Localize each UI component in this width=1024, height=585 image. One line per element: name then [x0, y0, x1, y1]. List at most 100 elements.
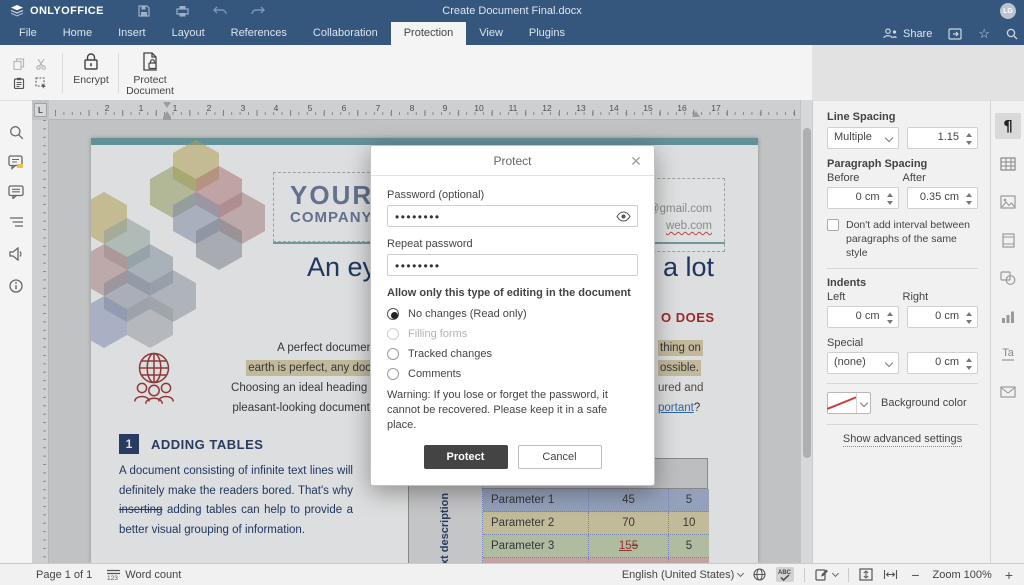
tab-home[interactable]: Home [50, 22, 105, 45]
tab-layout[interactable]: Layout [159, 22, 218, 45]
fit-to-width-button[interactable] [883, 569, 898, 580]
warning-text: Warning: If you lose or forget the passw… [387, 388, 638, 433]
background-color-label: Background color [881, 397, 967, 409]
scrollbar-thumb[interactable] [803, 128, 811, 458]
spinner-arrows-icon [965, 310, 973, 326]
tab-collaboration[interactable]: Collaboration [300, 22, 391, 45]
about-info-icon[interactable] [7, 277, 25, 295]
zoom-out-button[interactable]: − [908, 567, 922, 583]
svg-text:123: 123 [107, 575, 118, 581]
no-interval-checkbox[interactable]: Don't add interval between paragraphs of… [827, 218, 978, 260]
protect-document-label: Protect Document [124, 75, 176, 97]
favorites-button[interactable]: ☆ [978, 26, 990, 42]
paste-button[interactable] [8, 73, 30, 92]
tab-plugins[interactable]: Plugins [516, 22, 578, 45]
headers-footers-settings-icon[interactable] [995, 227, 1021, 253]
tab-file[interactable]: File [6, 22, 50, 45]
background-color-picker[interactable] [827, 392, 871, 414]
track-changes-button[interactable] [815, 568, 838, 581]
deleted-text: inserting [119, 504, 162, 516]
copy-button[interactable] [8, 54, 30, 73]
cancel-button[interactable]: Cancel [518, 445, 602, 469]
cut-button[interactable] [30, 54, 52, 73]
comments-icon[interactable] [7, 153, 25, 171]
separator [848, 568, 849, 582]
chart-settings-icon[interactable] [995, 303, 1021, 329]
zoom-in-button[interactable]: + [1002, 567, 1016, 583]
body-text-line-highlighted: thing on [658, 340, 703, 356]
redo-button[interactable] [250, 3, 266, 19]
spacing-before-spinner[interactable]: 0 cm [827, 187, 899, 209]
search-button[interactable] [1006, 28, 1018, 40]
spacing-after-spinner[interactable]: 0.35 cm [907, 187, 979, 209]
body-text-line: ured and [658, 380, 703, 396]
spell-check-button[interactable]: ABC [776, 567, 794, 582]
left-sidebar [0, 100, 32, 563]
globe-people-icon [129, 350, 179, 404]
open-location-icon [948, 28, 962, 40]
shape-settings-icon[interactable] [995, 265, 1021, 291]
text-art-settings-icon[interactable]: Ta [995, 341, 1021, 367]
line-spacing-type-select[interactable]: Multiple [827, 127, 899, 149]
radio-comments[interactable]: Comments [387, 368, 638, 380]
indent-right-spinner[interactable]: 0 cm [907, 306, 979, 328]
word-count-button[interactable]: 123 Word count [106, 569, 181, 581]
table-cell: Parameter 3 [483, 535, 589, 557]
paragraph-settings-panel: Line Spacing Multiple 1.15 Paragraph Spa… [812, 100, 990, 563]
protect-button[interactable]: Protect [424, 445, 508, 469]
dialog-header: Protect ✕ [371, 146, 654, 176]
open-file-location-button[interactable] [948, 28, 962, 40]
tab-protection[interactable]: Protection [391, 22, 467, 45]
line-spacing-value-spinner[interactable]: 1.15 [907, 127, 979, 149]
show-password-eye-icon[interactable] [616, 211, 631, 222]
password-value: •••••••• [395, 259, 441, 273]
fit-to-page-button[interactable] [859, 568, 873, 581]
tab-view[interactable]: View [466, 22, 516, 45]
radio-disabled-icon [387, 328, 399, 340]
undo-button[interactable] [212, 3, 228, 19]
user-avatar[interactable]: LG [1000, 3, 1016, 19]
table-cell: 5 [669, 535, 709, 557]
encrypt-button[interactable]: Encrypt [68, 51, 114, 86]
special-indent-select[interactable]: (none) [827, 352, 899, 374]
print-button[interactable] [174, 3, 190, 19]
protect-document-button[interactable]: Protect Document [124, 51, 176, 97]
language-selector[interactable]: English (United States) [622, 569, 744, 581]
share-label: Share [903, 28, 932, 40]
tab-stop-selector[interactable]: L [34, 103, 47, 117]
hyperlink-fragment: portant [658, 402, 694, 414]
navigation-headings-icon[interactable] [7, 213, 25, 231]
image-settings-icon[interactable] [995, 189, 1021, 215]
tab-insert[interactable]: Insert [105, 22, 159, 45]
right-indent-marker[interactable] [692, 111, 700, 117]
body-text-line-highlighted: earth is perfect, any doc [246, 360, 373, 376]
special-indent-spinner[interactable]: 0 cm [907, 352, 979, 374]
table-settings-icon[interactable] [995, 151, 1021, 177]
find-icon[interactable] [7, 123, 25, 141]
chat-icon[interactable] [7, 183, 25, 201]
feedback-icon[interactable] [7, 245, 25, 263]
select-all-button[interactable] [30, 73, 52, 92]
radio-tracked-changes[interactable]: Tracked changes [387, 348, 638, 360]
mail-merge-icon[interactable] [995, 379, 1021, 405]
set-document-language-button[interactable] [753, 568, 766, 581]
save-button[interactable] [136, 3, 152, 19]
body-text-line: portant? [658, 400, 700, 416]
lock-icon [81, 51, 101, 73]
dialog-title: Protect [493, 154, 531, 168]
body-text-line: A perfect documen [277, 340, 373, 356]
share-button[interactable]: Share [883, 28, 932, 40]
radio-no-changes[interactable]: No changes (Read only) [387, 308, 638, 320]
spinner-arrows-icon [965, 356, 973, 372]
ruler-number: 15 [643, 103, 652, 113]
tab-references[interactable]: References [218, 22, 300, 45]
password-input[interactable]: •••••••• [387, 205, 638, 227]
chevron-down-icon [884, 359, 892, 367]
indent-left-spinner[interactable]: 0 cm [827, 306, 899, 328]
close-icon[interactable]: ✕ [628, 153, 644, 169]
first-line-indent-marker[interactable] [163, 102, 171, 108]
horizontal-ruler: 2 1 1 2 3 4 5 6 7 8 9 10 11 12 13 14 15 … [49, 100, 800, 120]
advanced-settings-link[interactable]: Show advanced settings [827, 433, 978, 445]
paragraph-settings-icon[interactable]: ¶ [995, 113, 1021, 139]
repeat-password-input[interactable]: •••••••• [387, 254, 638, 276]
